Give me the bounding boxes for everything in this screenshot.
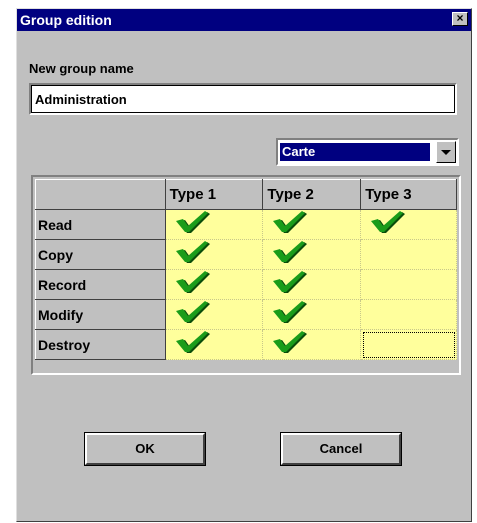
checkmark-icon (273, 240, 360, 269)
table-row: Copy (35, 239, 457, 270)
permissions-grid: Type 1 Type 2 Type 3 Read Copy Record Modify De… (31, 175, 461, 375)
permission-cell[interactable] (164, 299, 264, 330)
permission-cell[interactable] (164, 329, 264, 360)
group-name-input[interactable] (29, 83, 457, 115)
grid-header-row: Type 1 Type 2 Type 3 (35, 179, 457, 210)
type-select-value: Carte (280, 143, 430, 161)
row-header: Modify (35, 299, 166, 330)
permission-cell[interactable] (164, 269, 264, 300)
table-row: Read (35, 209, 457, 240)
table-row: Modify (35, 299, 457, 330)
permission-cell[interactable] (360, 209, 457, 240)
permission-cell[interactable] (360, 329, 457, 360)
checkmark-icon (273, 270, 360, 299)
column-header: Type 1 (164, 179, 264, 210)
permission-cell[interactable] (360, 269, 457, 300)
permission-cell[interactable] (262, 329, 362, 360)
row-header: Copy (35, 239, 166, 270)
permission-cell[interactable] (360, 299, 457, 330)
row-header: Record (35, 269, 166, 300)
group-name-label: New group name (29, 61, 134, 76)
checkmark-icon (175, 270, 263, 299)
permission-cell[interactable] (360, 239, 457, 270)
window-title: Group edition (20, 12, 112, 28)
close-icon[interactable]: × (452, 12, 468, 26)
grid-corner-header (35, 179, 166, 210)
checkmark-icon (273, 330, 360, 359)
row-header: Destroy (35, 329, 166, 360)
title-bar[interactable]: Group edition × (17, 9, 471, 31)
checkmark-icon (273, 210, 360, 239)
permission-cell[interactable] (262, 299, 362, 330)
checkmark-icon (175, 330, 263, 359)
permission-cell[interactable] (262, 239, 362, 270)
permission-cell[interactable] (262, 209, 362, 240)
checkmark-icon (273, 300, 360, 329)
checkmark-icon (371, 210, 456, 239)
checkmark-icon (175, 210, 263, 239)
column-header: Type 2 (262, 179, 362, 210)
permission-cell[interactable] (164, 209, 264, 240)
cancel-button[interactable]: Cancel (280, 432, 402, 466)
dropdown-arrow-icon[interactable] (436, 141, 456, 163)
row-header: Read (35, 209, 166, 240)
table-row: Record (35, 269, 457, 300)
checkmark-icon (175, 300, 263, 329)
table-row: Destroy (35, 329, 457, 360)
ok-button[interactable]: OK (84, 432, 206, 466)
column-header: Type 3 (360, 179, 457, 210)
checkmark-icon (175, 240, 263, 269)
group-edition-dialog: Group edition × New group name Carte Typ… (16, 8, 472, 522)
permission-cell[interactable] (262, 269, 362, 300)
type-select[interactable]: Carte (276, 138, 459, 166)
permission-cell[interactable] (164, 239, 264, 270)
